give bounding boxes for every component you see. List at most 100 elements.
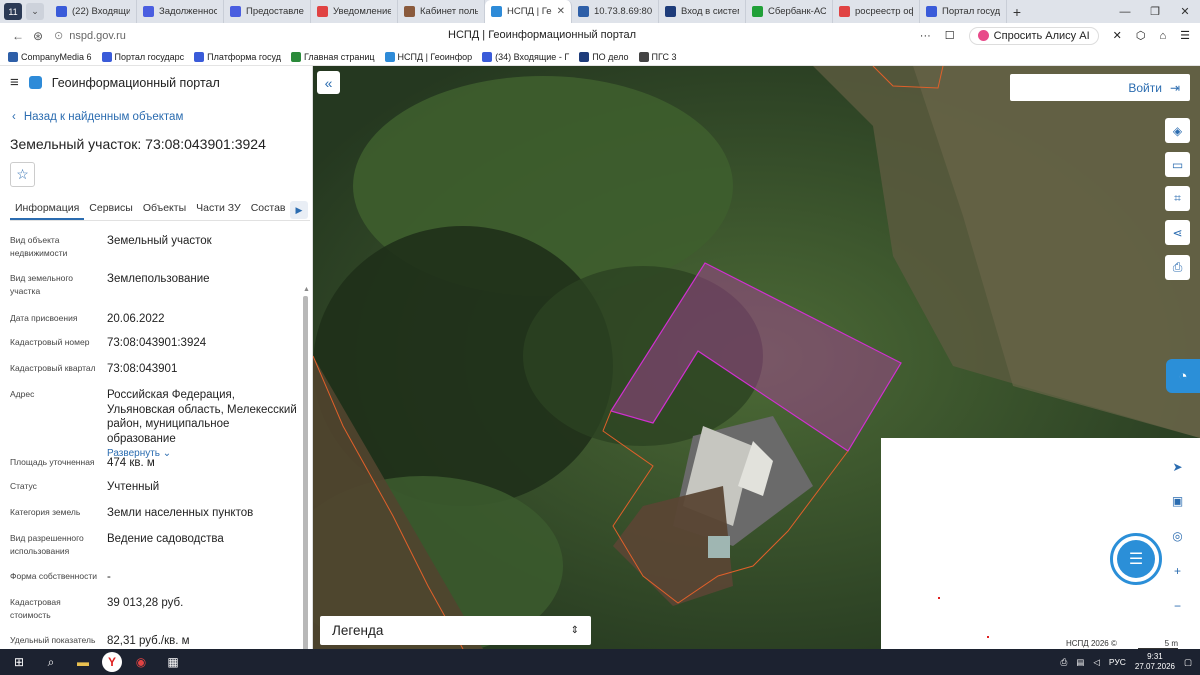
login-button[interactable]: Войти ⇥ bbox=[1010, 74, 1190, 101]
tools-icon[interactable]: ✕ bbox=[1113, 29, 1122, 42]
yandex-browser-icon[interactable]: ⊛ bbox=[28, 29, 48, 43]
back-icon[interactable]: ← bbox=[8, 29, 28, 43]
info-tab[interactable]: Части ЗУ bbox=[191, 196, 246, 220]
attribute-value: 474 кв. м bbox=[107, 456, 297, 471]
hamburger-menu-icon[interactable]: ≡ bbox=[10, 74, 19, 91]
bookmark-icon[interactable]: ☐ bbox=[945, 29, 955, 42]
browser-tab[interactable]: росреестр офи bbox=[833, 0, 920, 23]
attribute-value: 73:08:043901 bbox=[107, 362, 297, 377]
tabs-scroll-right-icon[interactable]: ▶ bbox=[290, 201, 308, 219]
browser-tab[interactable]: Портал госуда bbox=[920, 0, 1007, 23]
tab-label: росреестр офи bbox=[855, 6, 913, 17]
navigate-icon[interactable]: ➤ bbox=[1165, 454, 1190, 479]
bookmark-favicon-icon bbox=[290, 51, 301, 62]
bookmark-favicon-icon bbox=[384, 51, 395, 62]
close-window-icon[interactable]: ✕ bbox=[1170, 0, 1200, 23]
bookmark-item[interactable]: (34) Входящие - Г bbox=[482, 51, 569, 62]
browser-tab[interactable]: 10.73.8.69:8080 bbox=[572, 0, 659, 23]
attribute-value: Земли населенных пунктов bbox=[107, 506, 297, 521]
info-tab[interactable]: Информация bbox=[10, 196, 85, 220]
browser-tab[interactable]: Задолженность bbox=[137, 0, 224, 23]
window-controls: — ❐ ✕ bbox=[1110, 0, 1200, 23]
bookmark-item[interactable]: CompanyMedia 6 bbox=[8, 51, 92, 62]
bookmark-item[interactable]: ПО дело bbox=[579, 51, 629, 62]
browser-tab[interactable]: Уведомление bbox=[311, 0, 398, 23]
login-icon: ⇥ bbox=[1169, 80, 1180, 95]
tab-favicon-icon bbox=[230, 6, 241, 17]
windows-start-icon[interactable]: ⊞ bbox=[6, 651, 32, 673]
network-tray-icon[interactable]: ▤ bbox=[1076, 657, 1084, 668]
notifications-icon[interactable]: ▢ bbox=[1184, 657, 1192, 668]
search-icon[interactable]: ⌕ bbox=[38, 651, 64, 673]
chrome-taskbar-icon[interactable]: ◉ bbox=[128, 651, 154, 673]
attribute-value-text: - bbox=[107, 571, 111, 583]
scale-bar: 5 m bbox=[1138, 639, 1178, 649]
bookmark-item[interactable]: Платформа госуд bbox=[194, 51, 281, 62]
back-to-results-link[interactable]: ‹ Назад к найденным объектам bbox=[12, 111, 183, 123]
tab-list-dropdown-icon[interactable]: ⌄ bbox=[26, 3, 44, 20]
minimap-icon[interactable]: ▣ bbox=[1165, 488, 1190, 513]
back-label: Назад к найденным объектам bbox=[23, 111, 184, 123]
browser-tab[interactable]: НСПД | Геои ✕ bbox=[485, 0, 572, 23]
extensions-icon[interactable]: ⬡ bbox=[1136, 29, 1146, 42]
info-tab[interactable]: Состав bbox=[246, 196, 291, 220]
attribute-value: 20.06.2022 bbox=[107, 312, 297, 327]
info-tabs: Информация Сервисы Объекты Части ЗУ Состав bbox=[10, 196, 310, 221]
layers-icon[interactable]: ◈ bbox=[1165, 118, 1190, 143]
chat-assistant-button[interactable]: ☰ bbox=[1110, 533, 1162, 585]
print-icon[interactable]: ⎙ bbox=[1165, 255, 1190, 280]
attribute-value-text: Земельный участок bbox=[107, 235, 212, 247]
zoom-in-icon[interactable]: + bbox=[1165, 558, 1190, 583]
bookmark-item[interactable]: Портал государс bbox=[101, 51, 184, 62]
bookmark-item[interactable]: НСПД | Геоинфор bbox=[384, 51, 472, 62]
bookmark-item[interactable]: Главная страниц bbox=[290, 51, 375, 62]
printer-tray-icon[interactable]: ⎙ bbox=[1061, 657, 1068, 668]
bookmark-label: ПО дело bbox=[592, 51, 629, 62]
close-tab-icon[interactable]: ✕ bbox=[557, 6, 565, 17]
collapse-panel-button[interactable]: « bbox=[317, 71, 340, 94]
tab-count-badge[interactable]: 11 bbox=[4, 3, 22, 20]
portal-header: ≡ Геоинформационный портал bbox=[0, 66, 312, 99]
yandex-browser-taskbar-icon[interactable]: Y bbox=[102, 652, 122, 672]
maximize-icon[interactable]: ❐ bbox=[1140, 0, 1170, 23]
locate-icon[interactable]: ◎ bbox=[1165, 523, 1190, 548]
tab-label: НСПД | Геои bbox=[507, 6, 552, 17]
chat-icon: ☰ bbox=[1117, 540, 1155, 578]
info-tab[interactable]: Объекты bbox=[138, 196, 191, 220]
map-point-marker bbox=[987, 636, 989, 638]
language-indicator[interactable]: РУС bbox=[1109, 657, 1126, 667]
alice-button[interactable]: Спросить Алису AI bbox=[968, 26, 1099, 45]
minimize-icon[interactable]: — bbox=[1110, 0, 1140, 23]
select-area-icon[interactable]: ⌗ bbox=[1165, 186, 1190, 211]
browser-tab[interactable]: Предоставлени bbox=[224, 0, 311, 23]
app-taskbar-icon[interactable]: ▦ bbox=[160, 651, 186, 673]
scroll-up-icon[interactable]: ▲ bbox=[303, 286, 310, 293]
favorite-star-icon[interactable]: ☆ bbox=[10, 162, 35, 187]
ruler-icon[interactable]: ▭ bbox=[1165, 152, 1190, 177]
feedback-side-button[interactable]: ◔ bbox=[1166, 359, 1200, 393]
browser-tab[interactable]: Сбербанк-АСТ bbox=[746, 0, 833, 23]
legend-dropdown[interactable]: Легенда ⇕ bbox=[320, 616, 591, 645]
info-tab[interactable]: Сервисы bbox=[84, 196, 138, 220]
bookmark-item[interactable]: ПГС 3 bbox=[638, 51, 676, 62]
attribute-key: Дата присвоения bbox=[10, 313, 78, 323]
browser-tab[interactable]: Кабинет польз bbox=[398, 0, 485, 23]
map-view[interactable]: « Войти ⇥ ◈ ▭ ⌗ ⋖ ⎙ ◔ ➤ ▣ ◎ ☰ + − Легенд… bbox=[313, 66, 1200, 649]
bookmark-favicon-icon bbox=[579, 51, 590, 62]
downloads-icon[interactable]: ⌂ bbox=[1159, 30, 1166, 42]
browser-tab[interactable]: (22) Входящие bbox=[50, 0, 137, 23]
menu-icon[interactable]: ☰ bbox=[1180, 29, 1190, 42]
url-field[interactable]: ⊙ nspd.gov.ru bbox=[54, 29, 354, 43]
attribute-key: Кадастровая стоимость bbox=[10, 597, 61, 620]
zoom-out-icon[interactable]: − bbox=[1165, 593, 1190, 618]
browser-tab[interactable]: Вход в систем bbox=[659, 0, 746, 23]
volume-tray-icon[interactable]: ◁ bbox=[1093, 657, 1100, 668]
more-icon[interactable]: ··· bbox=[920, 30, 931, 42]
panel-scrollbar[interactable] bbox=[303, 296, 308, 649]
file-explorer-icon[interactable]: ▬ bbox=[70, 651, 96, 673]
site-info-icon[interactable]: ⊙ bbox=[54, 29, 63, 42]
share-icon[interactable]: ⋖ bbox=[1165, 220, 1190, 245]
new-tab-button[interactable]: + bbox=[1007, 4, 1027, 20]
clock[interactable]: 9:31 27.07.2026 bbox=[1135, 652, 1175, 672]
tab-label: Вход в систем bbox=[681, 6, 739, 17]
